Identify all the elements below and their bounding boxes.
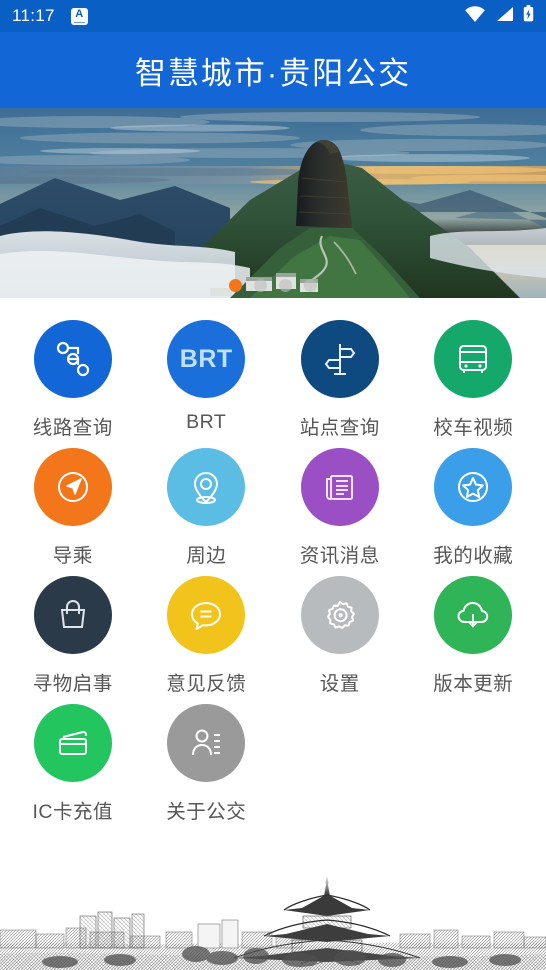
user-info-icon <box>192 729 221 756</box>
grid-item-label: 版本更新 <box>433 673 514 695</box>
signpost-icon <box>324 344 355 375</box>
icon-circle <box>33 320 112 398</box>
feature-grid: 线路查询 BRT BRT 站点查询 校车视频 导乘 周边 资讯消息 我的收藏 寻… <box>6 320 540 824</box>
grid-item-label: 站点查询 <box>299 417 380 439</box>
icon-circle <box>434 448 513 526</box>
carousel-dot[interactable] <box>254 279 267 292</box>
grid-item-label: 我的收藏 <box>433 545 514 567</box>
carousel-dot[interactable] <box>229 279 242 292</box>
compass-icon <box>57 472 88 502</box>
bus-icon <box>459 345 488 373</box>
page-title: 智慧城市·贵阳公交 <box>134 55 412 91</box>
icon-circle <box>167 448 246 526</box>
status-bar-indicators <box>464 5 534 27</box>
star-circle-icon <box>458 472 489 502</box>
map-pin-icon <box>194 471 219 504</box>
grid-item-feedback[interactable]: 意见反馈 <box>140 576 274 696</box>
grid-item-label: 线路查询 <box>32 417 113 439</box>
grid-item-label: 周边 <box>186 545 227 567</box>
signal-icon <box>495 6 514 27</box>
grid-item-route-query[interactable]: 线路查询 <box>6 320 140 440</box>
grid-item-brt[interactable]: BRT BRT <box>140 320 274 440</box>
carousel-dot[interactable] <box>304 279 317 292</box>
gear-icon <box>326 601 355 629</box>
grid-item-label: 寻物启事 <box>32 673 113 695</box>
grid-item-label: IC卡充值 <box>32 801 113 823</box>
grid-item-school-bus-video[interactable]: 校车视频 <box>407 320 541 440</box>
grid-item-navigation[interactable]: 导乘 <box>6 448 140 568</box>
icon-circle <box>300 576 379 654</box>
status-bar-clock: 11:17 <box>12 6 55 25</box>
route-nodes-icon <box>56 341 89 377</box>
icon-circle <box>434 576 513 654</box>
banner-carousel[interactable] <box>0 108 546 298</box>
wifi-icon <box>464 5 486 27</box>
notification-app-icon: A <box>70 7 88 25</box>
icon-circle: BRT <box>167 320 246 398</box>
feature-grid-container: 线路查询 BRT BRT 站点查询 校车视频 导乘 周边 资讯消息 我的收藏 寻… <box>0 298 546 874</box>
brt-text-icon: BRT <box>179 344 233 373</box>
grid-item-about[interactable]: 关于公交 <box>140 704 274 824</box>
newspaper-icon <box>325 475 353 500</box>
app-header: 智慧城市·贵阳公交 <box>0 32 546 108</box>
grid-item-label: 导乘 <box>52 545 93 567</box>
icon-circle <box>300 320 379 398</box>
carousel-dot[interactable] <box>279 279 292 292</box>
grid-item-station-query[interactable]: 站点查询 <box>273 320 407 440</box>
battery-charging-icon <box>523 5 534 27</box>
icon-circle <box>33 704 112 782</box>
jiaxiu-tower-sketch-icon <box>0 874 546 970</box>
grid-item-label: 资讯消息 <box>299 545 380 567</box>
grid-item-favorites[interactable]: 我的收藏 <box>407 448 541 568</box>
banner-image <box>0 108 546 298</box>
grid-item-news[interactable]: 资讯消息 <box>273 448 407 568</box>
grid-item-ic-card-recharge[interactable]: IC卡充值 <box>6 704 140 824</box>
grid-item-nearby[interactable]: 周边 <box>140 448 274 568</box>
handbag-icon <box>60 599 85 628</box>
grid-item-label: 关于公交 <box>166 801 247 823</box>
icon-circle <box>33 448 112 526</box>
grid-item-label: 设置 <box>319 673 360 695</box>
grid-item-settings[interactable]: 设置 <box>273 576 407 696</box>
ic-card-icon <box>58 730 87 755</box>
icon-circle <box>167 704 246 782</box>
icon-circle <box>300 448 379 526</box>
cloud-download-icon <box>457 602 489 628</box>
grid-item-label: 校车视频 <box>433 417 514 439</box>
app-screen: 11:17 A 智慧城市·贵阳公交 线路查询 BRT BRT 站点查询 校车视频… <box>0 0 546 970</box>
grid-item-version-update[interactable]: 版本更新 <box>407 576 541 696</box>
grid-item-label: BRT <box>186 411 227 433</box>
grid-item-lost-and-found[interactable]: 寻物启事 <box>6 576 140 696</box>
icon-circle <box>33 576 112 654</box>
carousel-pagination[interactable] <box>0 279 546 292</box>
icon-circle <box>167 576 246 654</box>
status-bar: 11:17 A <box>0 0 546 32</box>
grid-item-label: 意见反馈 <box>166 673 247 695</box>
speech-bubble-icon <box>191 602 222 630</box>
icon-circle <box>434 320 513 398</box>
footer-cityscape <box>0 874 546 970</box>
